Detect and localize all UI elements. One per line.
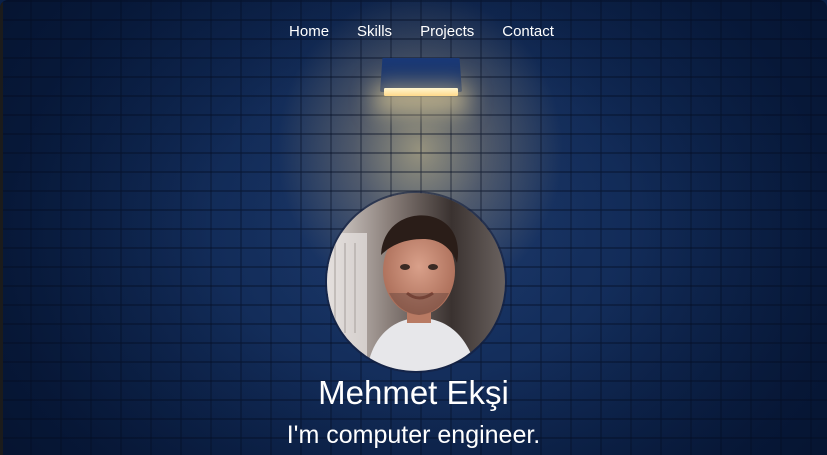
nav-home-link[interactable]: Home [289, 22, 343, 42]
lamp-body [380, 58, 462, 92]
main-nav: Home Skills Projects Contact [0, 22, 827, 42]
profile-photo [327, 193, 505, 371]
hero-name: Mehmet Ekşi [318, 374, 509, 411]
nav-projects-link[interactable]: Projects [406, 22, 488, 42]
hero-section: Home Skills Projects Contact Mehmet Ekşi… [0, 0, 827, 455]
nav-skills-link[interactable]: Skills [343, 22, 406, 42]
profile-avatar [327, 193, 505, 371]
nav-contact-link[interactable]: Contact [488, 22, 568, 42]
wall-lamp-icon [380, 58, 462, 98]
lamp-light [384, 88, 458, 96]
hero-tagline: I'm computer engineer. [286, 421, 541, 449]
